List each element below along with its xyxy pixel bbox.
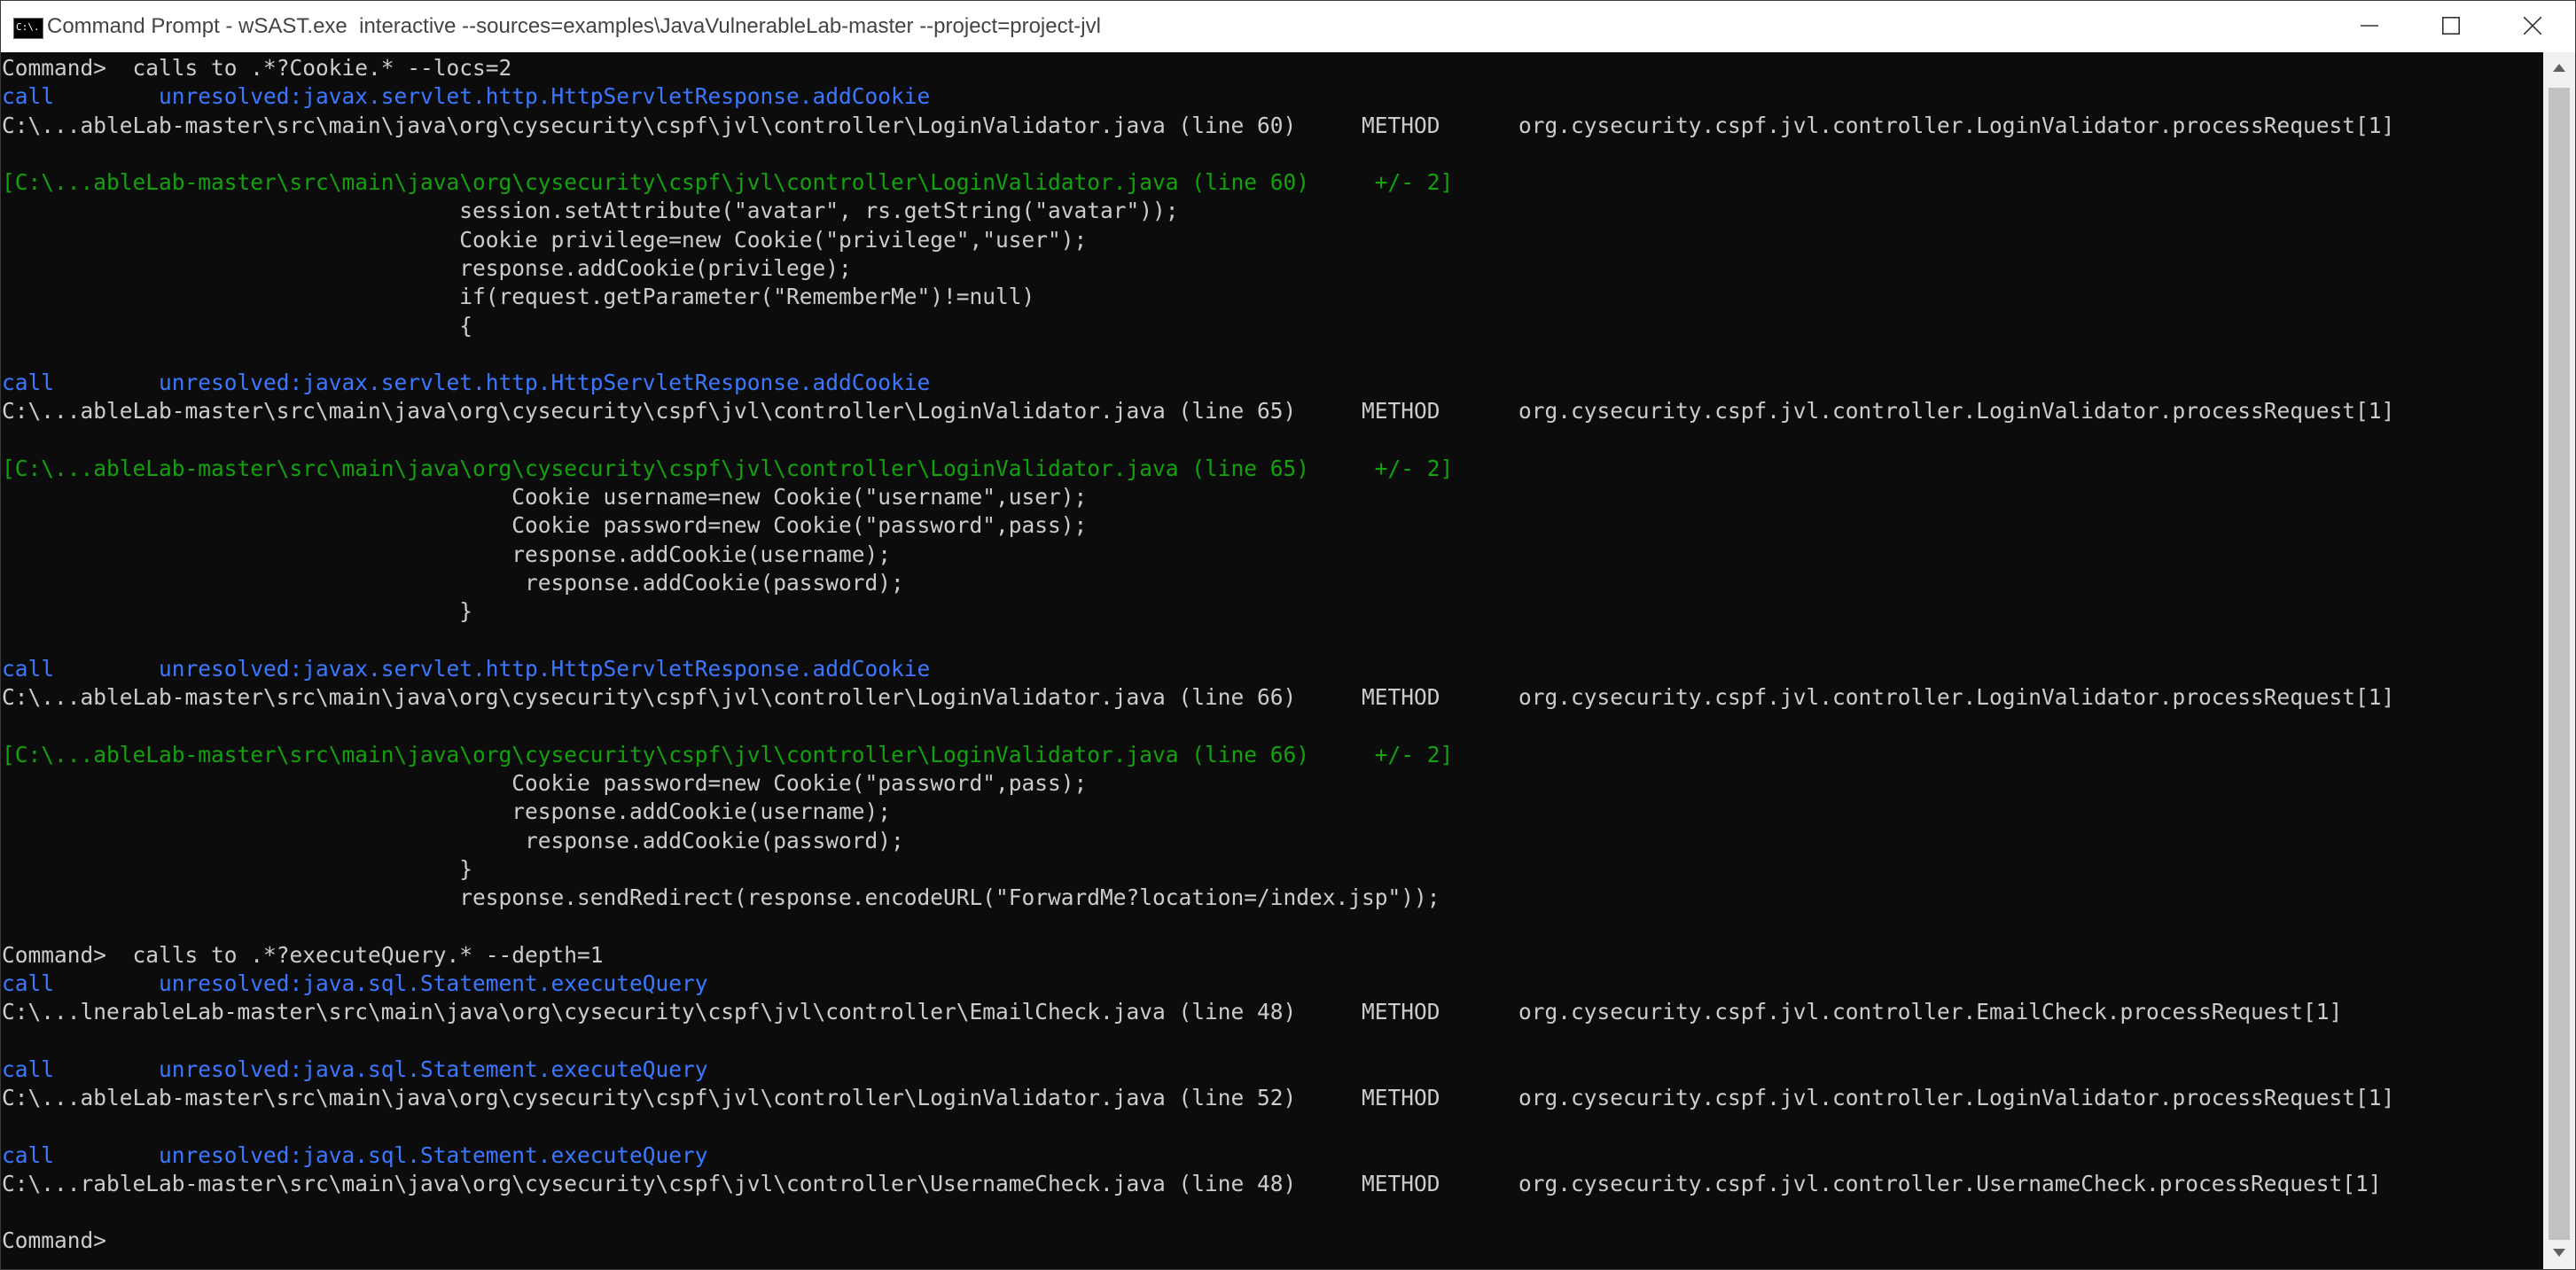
console-text-segment: C:\...ableLab-master\src\main\java\org\c… xyxy=(2,684,2395,711)
window-title: Command Prompt - wSAST.exe interactive -… xyxy=(47,14,1101,38)
command-prompt-icon-text: C:\. xyxy=(16,21,40,33)
console-line: response.addCookie(password); xyxy=(2,827,904,855)
console-text-segment: C:\...lnerableLab-master\src\main\java\o… xyxy=(2,999,2343,1025)
console-line: C:\...ableLab-master\src\main\java\org\c… xyxy=(2,112,2394,140)
console-text-segment: Command> calls to .*?executeQuery.* --de… xyxy=(2,941,604,968)
console-line: C:\...lnerableLab-master\src\main\java\o… xyxy=(2,998,2342,1026)
console-line: call unresolved:javax.servlet.http.HttpS… xyxy=(2,655,930,683)
console-text-segment: response.addCookie(privilege); xyxy=(2,254,852,281)
console-text-segment: Command> xyxy=(2,1227,107,1254)
command-prompt-icon[interactable]: C:\. xyxy=(13,18,43,39)
console-text-segment: unresolved:javax.servlet.http.HttpServle… xyxy=(159,370,931,396)
console-line: } xyxy=(2,597,472,626)
console-text-segment: C:\...rableLab-master\src\main\java\org\… xyxy=(2,1170,2382,1196)
scroll-up-arrow-icon xyxy=(2553,64,2565,72)
scroll-up-button[interactable] xyxy=(2543,52,2575,84)
close-icon xyxy=(2524,17,2541,35)
console-text-segment: call xyxy=(2,1141,160,1168)
console-line: [C:\...ableLab-master\src\main\java\org\… xyxy=(2,741,1453,769)
console-text-segment: Cookie username=new Cookie("username",us… xyxy=(2,484,1088,510)
minimize-button[interactable] xyxy=(2329,1,2410,52)
console-line: Command> calls to .*?Cookie.* --locs=2 xyxy=(2,54,511,82)
console-text-segment: response.addCookie(password); xyxy=(2,827,904,853)
command-prompt-window: C:\. Command Prompt - wSAST.exe interact… xyxy=(0,0,2576,1270)
console-text-segment: unresolved:java.sql.Statement.executeQue… xyxy=(159,1141,708,1168)
console-text-segment: call xyxy=(2,1056,160,1082)
console-line: call unresolved:java.sql.Statement.execu… xyxy=(2,970,708,998)
console-line: C:\...ableLab-master\src\main\java\org\c… xyxy=(2,397,2394,425)
console-line: call unresolved:java.sql.Statement.execu… xyxy=(2,1141,708,1170)
close-button[interactable] xyxy=(2492,1,2573,52)
console-text-segment: C:\...ableLab-master\src\main\java\org\c… xyxy=(2,112,2395,138)
console-text-segment: [C:\...ableLab-master\src\main\java\org\… xyxy=(2,455,1454,481)
console-line: C:\...rableLab-master\src\main\java\org\… xyxy=(2,1170,2382,1198)
scroll-down-arrow-icon xyxy=(2553,1249,2565,1257)
console-text-segment: call xyxy=(2,970,160,996)
console-line: Command> calls to .*?executeQuery.* --de… xyxy=(2,941,604,970)
console-line: if(request.getParameter("RememberMe")!=n… xyxy=(2,283,1034,311)
console-line: call unresolved:javax.servlet.http.HttpS… xyxy=(2,82,930,111)
console-line: Command> xyxy=(2,1227,106,1255)
maximize-button[interactable] xyxy=(2410,1,2492,52)
console-line: Cookie privilege=new Cookie("privilege",… xyxy=(2,226,1087,254)
console-line: response.addCookie(username); xyxy=(2,541,891,569)
console-line: response.addCookie(password); xyxy=(2,569,904,597)
scrollbar-thumb[interactable] xyxy=(2549,88,2570,1240)
console-text-segment: call xyxy=(2,83,160,110)
console-text-segment: C:\...ableLab-master\src\main\java\org\c… xyxy=(2,398,2395,425)
console-text-segment: } xyxy=(2,598,473,625)
console-text-segment: call xyxy=(2,370,160,396)
minimize-icon xyxy=(2361,25,2378,27)
console-text-segment: response.addCookie(username); xyxy=(2,541,892,567)
console-text-segment: [C:\...ableLab-master\src\main\java\org\… xyxy=(2,169,1454,196)
console-text-segment: call xyxy=(2,655,160,682)
console-text-segment: Cookie privilege=new Cookie("privilege",… xyxy=(2,226,1088,253)
console-line: session.setAttribute("avatar", rs.getStr… xyxy=(2,197,1179,225)
console-text-segment: C:\...ableLab-master\src\main\java\org\c… xyxy=(2,1085,2395,1111)
console-text-segment: Cookie password=new Cookie("password",pa… xyxy=(2,512,1088,539)
console-line: C:\...ableLab-master\src\main\java\org\c… xyxy=(2,683,2394,712)
console-text-segment: Cookie password=new Cookie("password",pa… xyxy=(2,770,1088,796)
console-line: Cookie password=new Cookie("password",pa… xyxy=(2,769,1087,798)
console-line: Cookie username=new Cookie("username",us… xyxy=(2,483,1087,511)
console-text-segment: unresolved:java.sql.Statement.executeQue… xyxy=(159,1056,708,1082)
console-text-segment: unresolved:javax.servlet.http.HttpServle… xyxy=(159,83,931,110)
console-text-segment: if(request.getParameter("RememberMe")!=n… xyxy=(2,284,1035,310)
console-line: [C:\...ableLab-master\src\main\java\org\… xyxy=(2,168,1453,197)
console-text-segment: response.addCookie(password); xyxy=(2,570,904,596)
console-text-segment: { xyxy=(2,312,473,339)
maximize-icon xyxy=(2442,17,2460,35)
console-text-segment: unresolved:javax.servlet.http.HttpServle… xyxy=(159,655,931,682)
console-text-segment: session.setAttribute("avatar", rs.getStr… xyxy=(2,198,1179,224)
console-line: Cookie password=new Cookie("password",pa… xyxy=(2,511,1087,540)
console-line: call unresolved:java.sql.Statement.execu… xyxy=(2,1056,708,1084)
console-text-segment: [C:\...ableLab-master\src\main\java\org\… xyxy=(2,741,1454,767)
title-bar[interactable]: C:\. Command Prompt - wSAST.exe interact… xyxy=(1,1,2575,52)
vertical-scrollbar[interactable] xyxy=(2543,52,2575,1269)
console-line: [C:\...ableLab-master\src\main\java\org\… xyxy=(2,455,1453,483)
console-line: response.addCookie(privilege); xyxy=(2,254,852,283)
console-line: response.addCookie(username); xyxy=(2,798,891,826)
console-text-segment: Command> calls to .*?Cookie.* --locs=2 xyxy=(2,55,512,81)
console-line: } xyxy=(2,855,472,884)
console-output[interactable]: Command> calls to .*?Cookie.* --locs=2 ca… xyxy=(1,52,2543,1269)
console-text-segment: } xyxy=(2,855,473,882)
console-line: response.sendRedirect(response.encodeURL… xyxy=(2,884,1440,912)
scroll-down-button[interactable] xyxy=(2543,1237,2575,1269)
console-text-segment: response.sendRedirect(response.encodeURL… xyxy=(2,884,1440,911)
console-line: call unresolved:javax.servlet.http.HttpS… xyxy=(2,369,930,397)
console-line: C:\...ableLab-master\src\main\java\org\c… xyxy=(2,1084,2394,1112)
console-text-segment: unresolved:java.sql.Statement.executeQue… xyxy=(159,970,708,996)
console-text-segment: response.addCookie(username); xyxy=(2,799,892,825)
console-line: { xyxy=(2,312,472,340)
